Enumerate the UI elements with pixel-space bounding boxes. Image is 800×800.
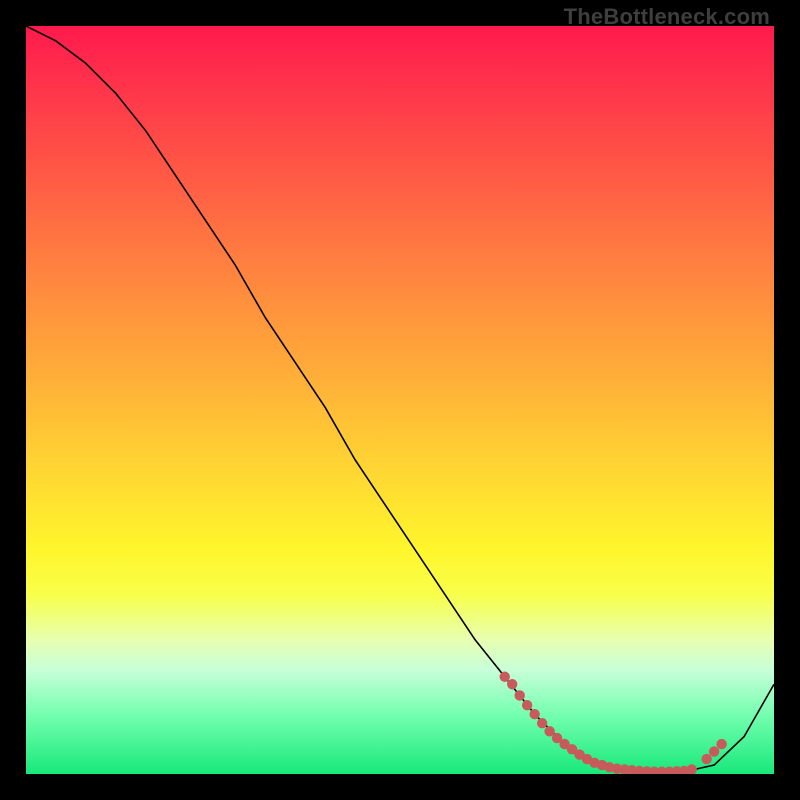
marker-dot (529, 709, 539, 719)
watermark-text: TheBottleneck.com (564, 4, 770, 30)
marker-dot (537, 718, 547, 728)
marker-dot (709, 746, 719, 756)
bottleneck-curve (26, 26, 774, 772)
marker-dots (500, 672, 727, 774)
marker-dot (701, 754, 711, 764)
marker-dot (716, 739, 726, 749)
marker-dot (687, 764, 697, 774)
marker-dot (507, 679, 517, 689)
marker-dot (522, 700, 532, 710)
marker-dot (514, 690, 524, 700)
marker-dot (500, 672, 510, 682)
chart-svg (26, 26, 774, 774)
chart-area (26, 26, 774, 774)
